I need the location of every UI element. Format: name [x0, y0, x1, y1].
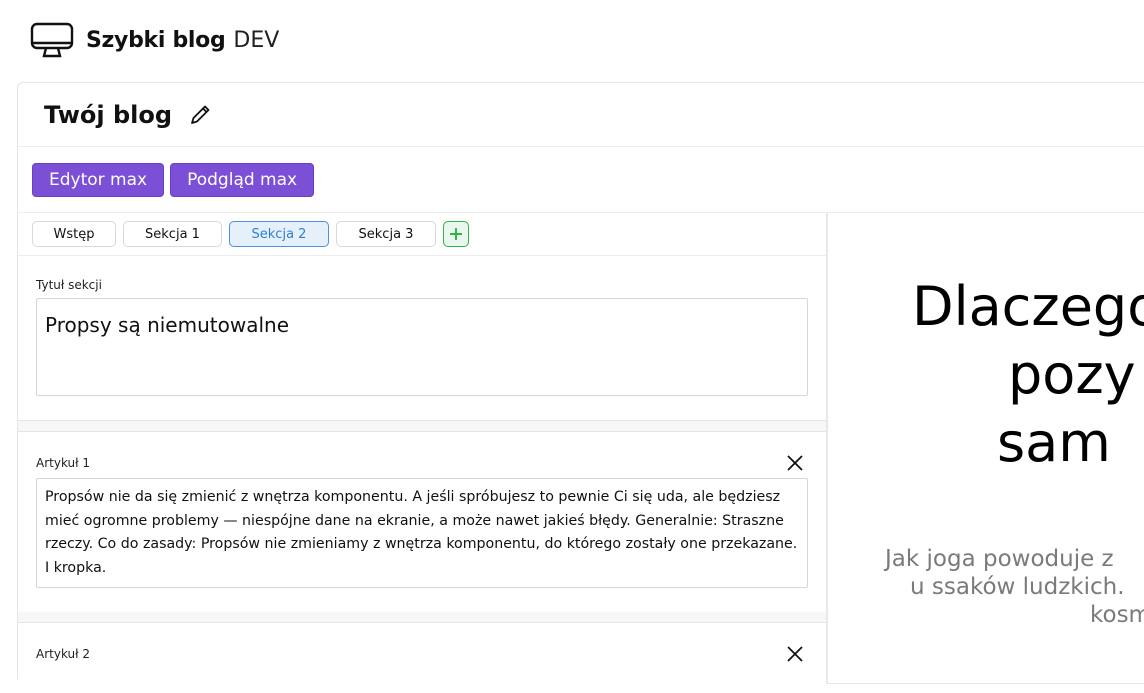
- view-toolbar: Edytor max Podgląd max: [18, 147, 1144, 213]
- preview-lead-line: u ssaków ludzkich.: [910, 574, 1125, 600]
- add-section-button[interactable]: [443, 221, 469, 247]
- preview-title-line: Dlaczego: [912, 275, 1144, 338]
- close-icon[interactable]: [786, 454, 804, 472]
- editor-max-button[interactable]: Edytor max: [32, 162, 165, 197]
- preview-title: Dlaczego pozy sam: [912, 273, 1144, 477]
- article-label: Artykuł 2: [36, 647, 90, 661]
- article-label: Artykuł 1: [36, 456, 90, 470]
- blog-header: Twój blog: [18, 83, 1144, 147]
- blog-panel: Twój blog Edytor max Podgląd max Wstęp S…: [17, 82, 1144, 693]
- tab-sekcja-3[interactable]: Sekcja 3: [336, 221, 436, 247]
- article-block: Artykuł 2: [18, 622, 826, 693]
- section-tabs: Wstęp Sekcja 1 Sekcja 2 Sekcja 3: [18, 213, 826, 256]
- preview-lead: Jak joga powoduje z u ssaków ludzkich. k…: [885, 545, 1144, 629]
- preview-max-button[interactable]: Podgląd max: [170, 162, 315, 197]
- app-brand: Szybki blog: [86, 27, 226, 53]
- section-title-input[interactable]: Propsy są niemutowalne: [36, 298, 808, 396]
- section-title-block: Tytuł sekcji Propsy są niemutowalne: [18, 256, 826, 421]
- editor-pane: Wstęp Sekcja 1 Sekcja 2 Sekcja 3 Tytuł s…: [18, 213, 828, 693]
- preview-title-line: sam: [997, 411, 1111, 474]
- blog-title: Twój blog: [44, 100, 173, 129]
- pencil-icon[interactable]: [188, 103, 212, 127]
- app-header: Szybki blog DEV: [30, 20, 279, 60]
- monitor-icon: [30, 22, 74, 58]
- plus-icon: [450, 228, 462, 240]
- article-textarea[interactable]: Propsów nie da się zmienić z wnętrza kom…: [36, 478, 808, 588]
- preview-lead-line: Jak joga powoduje z: [885, 546, 1114, 572]
- preview-title-line: pozy: [1008, 343, 1136, 406]
- env-badge: DEV: [233, 27, 280, 53]
- tab-sekcja-1[interactable]: Sekcja 1: [123, 221, 222, 247]
- tab-wstep[interactable]: Wstęp: [32, 221, 116, 247]
- preview-lead-line: kosm: [1090, 602, 1144, 628]
- tab-sekcja-2[interactable]: Sekcja 2: [229, 221, 329, 247]
- close-icon[interactable]: [786, 645, 804, 663]
- preview-pane: Dlaczego pozy sam Jak joga powoduje z u …: [828, 213, 1144, 683]
- article-block: Artykuł 1 Propsów nie da się zmienić z w…: [18, 431, 826, 612]
- section-title-label: Tytuł sekcji: [36, 278, 102, 292]
